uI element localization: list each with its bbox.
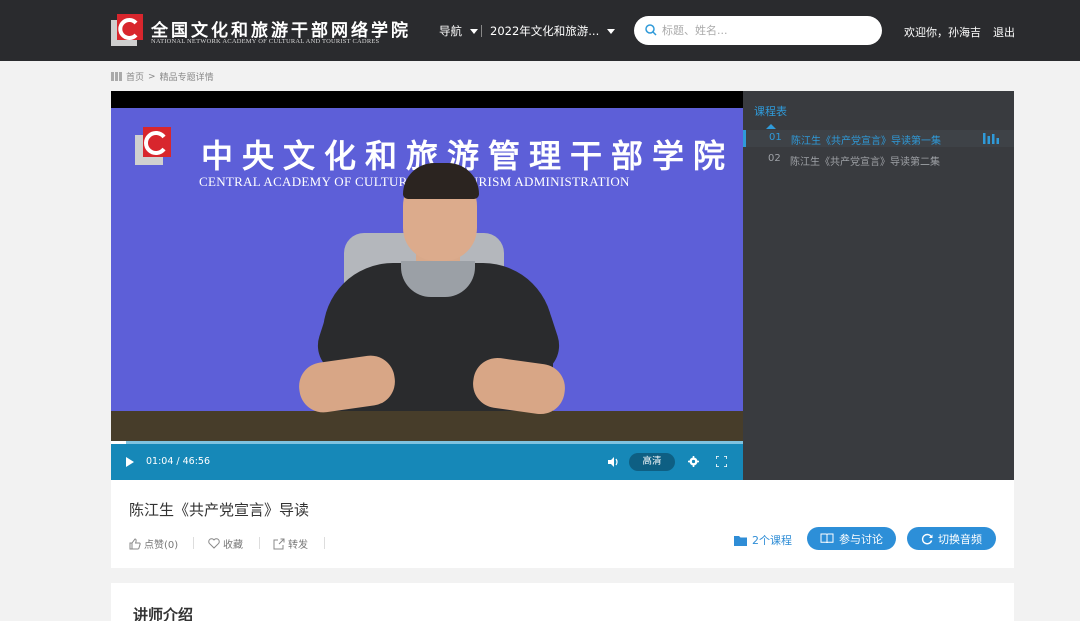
join-discussion-label: 参与讨论 bbox=[839, 532, 883, 546]
time-display: 01:04 / 46:56 bbox=[146, 456, 210, 467]
search-icon bbox=[645, 24, 657, 36]
program-dropdown[interactable]: 2022年文化和旅游... bbox=[490, 23, 616, 39]
refresh-icon bbox=[921, 533, 933, 544]
lecturer-section: 讲师介绍 bbox=[111, 583, 1014, 621]
top-navbar: 全国文化和旅游干部网络学院 NATIONAL NETWORK ACADEMY O… bbox=[0, 0, 1080, 61]
playlist-item-title: 陈江生《共产党宣言》导读第二集 bbox=[790, 157, 940, 168]
open-book-icon bbox=[820, 533, 834, 544]
playlist-item[interactable]: 01 陈江生《共产党宣言》导读第一集 bbox=[743, 130, 1014, 147]
share-button[interactable]: 转发 bbox=[273, 536, 308, 551]
playlist-title: 课程表 bbox=[754, 105, 787, 118]
search-input[interactable] bbox=[662, 22, 862, 39]
join-discussion-button[interactable]: 参与讨论 bbox=[807, 527, 896, 550]
welcome-text: 欢迎你，孙海吉 bbox=[904, 26, 981, 39]
lesson-title: 陈江生《共产党宣言》导读 bbox=[129, 501, 310, 519]
breadcrumb-home-link[interactable]: 首页 bbox=[126, 70, 144, 83]
playlist-item-title: 陈江生《共产党宣言》导读第一集 bbox=[791, 136, 941, 147]
caret-down-icon bbox=[470, 29, 478, 34]
backdrop-logo-icon bbox=[135, 127, 171, 165]
breadcrumb-separator: > bbox=[148, 71, 156, 82]
volume-icon[interactable] bbox=[608, 457, 620, 467]
switch-audio-label: 切换音频 bbox=[938, 532, 982, 546]
site-title-en: NATIONAL NETWORK ACADEMY OF CULTURAL AND… bbox=[151, 38, 380, 45]
action-divider bbox=[193, 537, 194, 549]
share-icon bbox=[273, 538, 285, 549]
video-letterbox bbox=[111, 91, 743, 108]
program-label: 2022年文化和旅游... bbox=[490, 24, 600, 38]
breadcrumb-current: 精品专题详情 bbox=[159, 73, 214, 83]
gear-icon[interactable] bbox=[688, 456, 699, 467]
nav-menu-dropdown[interactable]: 导航 bbox=[439, 23, 478, 39]
nav-divider bbox=[481, 25, 482, 37]
academy-logo-icon bbox=[111, 14, 143, 46]
fullscreen-icon[interactable] bbox=[716, 456, 727, 467]
progress-fill bbox=[111, 441, 126, 444]
progress-track[interactable] bbox=[111, 441, 743, 444]
playlist-item-number: 01 bbox=[769, 132, 782, 143]
switch-audio-button[interactable]: 切换音频 bbox=[907, 527, 996, 550]
like-button[interactable]: 点赞(0) bbox=[129, 536, 178, 551]
playlist-item[interactable]: 02 陈江生《共产党宣言》导读第二集 bbox=[743, 151, 1014, 168]
video-player[interactable]: 中央文化和旅游管理干部学院 CENTRAL ACADEMY OF CULTURE… bbox=[111, 91, 743, 480]
action-divider bbox=[324, 537, 325, 549]
grid-home-icon bbox=[111, 72, 122, 81]
caret-down-icon bbox=[607, 29, 616, 34]
logout-link[interactable]: 退出 bbox=[993, 24, 1015, 40]
thumbs-up-icon bbox=[129, 537, 141, 549]
course-count-label: 2个课程 bbox=[752, 534, 792, 547]
nav-menu-label: 导航 bbox=[439, 24, 462, 38]
share-label: 转发 bbox=[288, 540, 308, 551]
course-count-link[interactable]: 2个课程 bbox=[734, 532, 792, 548]
playlist-item-number: 02 bbox=[768, 153, 781, 164]
breadcrumb: 首页 > 精品专题详情 bbox=[111, 70, 214, 83]
caret-up-icon bbox=[766, 124, 776, 129]
play-icon[interactable] bbox=[126, 457, 134, 467]
favorite-button[interactable]: 收藏 bbox=[208, 536, 243, 551]
video-desk-top bbox=[111, 411, 743, 441]
favorite-label: 收藏 bbox=[223, 540, 243, 551]
like-label: 点赞(0) bbox=[144, 540, 179, 551]
playing-equalizer-icon bbox=[983, 133, 999, 144]
course-playlist: 课程表 01 陈江生《共产党宣言》导读第一集 02 陈江生《共产党宣言》导读第二… bbox=[743, 91, 1014, 480]
action-divider bbox=[259, 537, 260, 549]
heart-icon bbox=[208, 538, 220, 549]
lecturer-section-title: 讲师介绍 bbox=[133, 606, 194, 621]
quality-button[interactable]: 高清 bbox=[629, 453, 675, 471]
search-box bbox=[634, 16, 882, 45]
lesson-info-card: 陈江生《共产党宣言》导读 点赞(0) 收藏 转发 2个课程 参与讨论 切换音频 bbox=[111, 480, 1014, 568]
folder-icon bbox=[734, 535, 747, 546]
